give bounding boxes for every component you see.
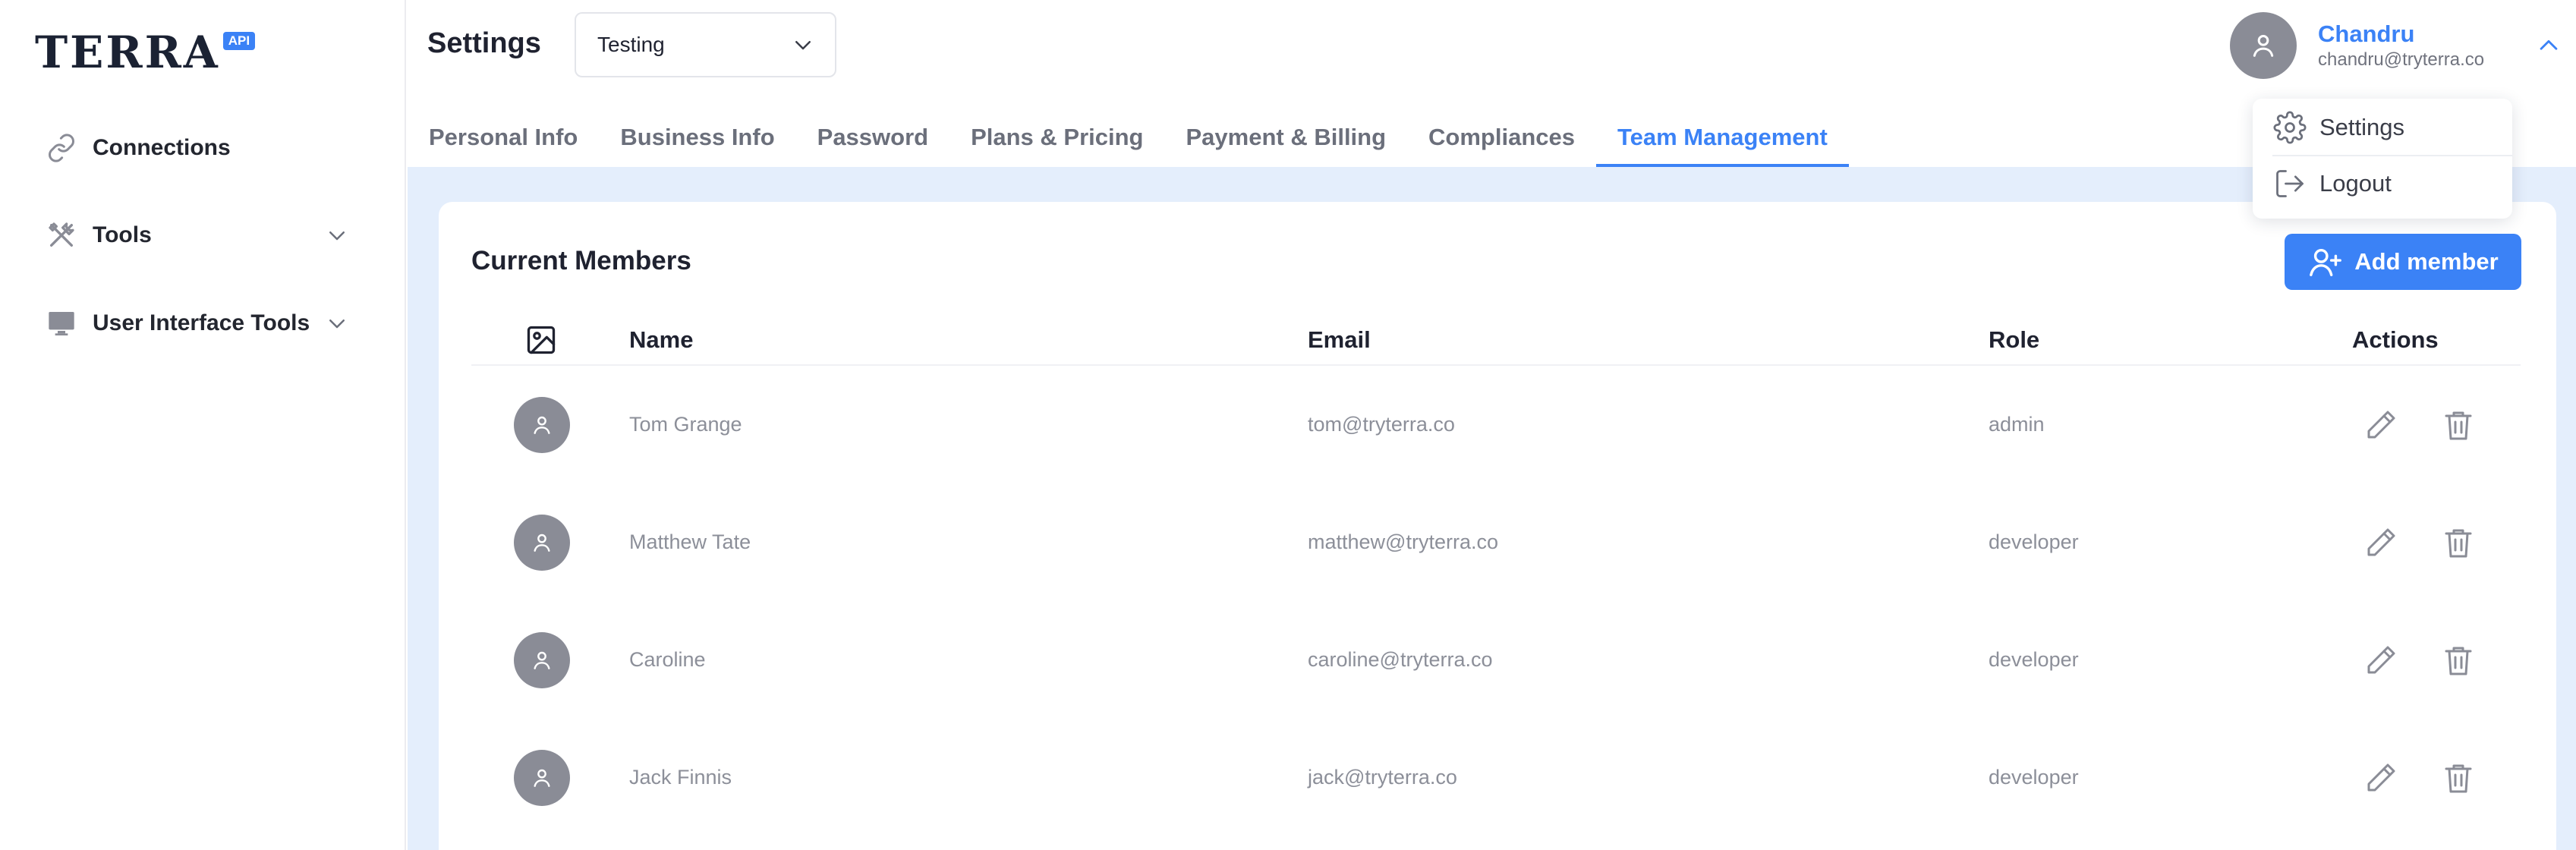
edit-icon[interactable] xyxy=(2360,405,2401,445)
logo-api-badge: API xyxy=(222,32,256,50)
member-name: Caroline xyxy=(629,648,706,671)
column-header-email: Email xyxy=(1308,326,1371,353)
avatar xyxy=(514,749,570,806)
add-member-button[interactable]: Add member xyxy=(2285,234,2521,290)
chevron-down-icon[interactable] xyxy=(323,222,351,249)
user-plus-icon xyxy=(2307,244,2344,280)
user-email: chandru@tryterra.co xyxy=(2318,49,2485,70)
tab-personal-info[interactable]: Personal Info xyxy=(408,108,599,167)
table-row: Matthew Tate matthew@tryterra.co develop… xyxy=(471,483,2521,601)
tools-icon xyxy=(46,219,77,251)
trash-icon[interactable] xyxy=(2438,522,2479,563)
top-header: Settings Testing Personal Info Business … xyxy=(408,0,2576,167)
column-header-actions: Actions xyxy=(2352,326,2439,353)
edit-icon[interactable] xyxy=(2360,640,2401,681)
edit-icon[interactable] xyxy=(2360,757,2401,798)
user-menu-toggle[interactable]: Chandru chandru@tryterra.co xyxy=(2230,12,2564,79)
user-name: Chandru xyxy=(2318,20,2415,47)
tab-payment-billing[interactable]: Payment & Billing xyxy=(1165,108,1408,167)
tab-team-management[interactable]: Team Management xyxy=(1596,108,1849,167)
members-table-body: Tom Grange tom@tryterra.co admin Matthew… xyxy=(471,366,2521,836)
tab-password[interactable]: Password xyxy=(796,108,949,167)
trash-icon[interactable] xyxy=(2438,405,2479,445)
avatar xyxy=(514,396,570,453)
image-icon xyxy=(524,323,558,357)
sidebar-item-label: User Interface Tools xyxy=(93,310,310,335)
member-role: developer xyxy=(1989,530,2079,553)
section-title: Current Members xyxy=(471,246,691,275)
trash-icon[interactable] xyxy=(2438,757,2479,798)
members-card: Current Members Add member Name Email Ro… xyxy=(439,202,2556,850)
tab-plans-pricing[interactable]: Plans & Pricing xyxy=(949,108,1164,167)
table-row: Jack Finnis jack@tryterra.co developer xyxy=(471,719,2521,836)
sidebar-item-label: Tools xyxy=(93,222,152,247)
menu-item-logout[interactable]: Logout xyxy=(2253,156,2512,211)
environment-select[interactable]: Testing xyxy=(575,12,836,77)
app-root: TERRA API Connections Tools User Interfa… xyxy=(0,0,2576,850)
column-header-name: Name xyxy=(629,326,694,353)
link-icon xyxy=(46,132,77,164)
environment-select-value: Testing xyxy=(597,33,665,56)
add-member-label: Add member xyxy=(2354,248,2499,275)
sidebar-item-label: Connections xyxy=(93,135,231,160)
member-email: caroline@tryterra.co xyxy=(1308,648,1493,671)
menu-item-label: Settings xyxy=(2319,114,2405,140)
logo-wordmark: TERRA xyxy=(35,27,220,78)
column-header-role: Role xyxy=(1989,326,2040,353)
sidebar-item-connections[interactable]: Connections xyxy=(46,125,349,171)
member-role: developer xyxy=(1989,766,2079,789)
member-name: Matthew Tate xyxy=(629,530,751,553)
user-dropdown-menu: Settings Logout xyxy=(2253,99,2512,219)
table-header: Name Email Role Actions xyxy=(471,316,2521,366)
member-role: admin xyxy=(1989,413,2045,436)
sidebar-item-user-interface-tools[interactable]: User Interface Tools xyxy=(46,301,349,346)
member-email: jack@tryterra.co xyxy=(1308,766,1457,789)
settings-tabs: Personal Info Business Info Password Pla… xyxy=(408,108,1849,167)
chevron-down-icon xyxy=(789,31,817,58)
terra-logo[interactable]: TERRA API xyxy=(35,27,256,78)
logout-icon xyxy=(2272,166,2307,201)
member-role: developer xyxy=(1989,648,2079,671)
chevron-down-icon[interactable] xyxy=(323,310,351,337)
table-row: Caroline caroline@tryterra.co developer xyxy=(471,601,2521,719)
tab-compliances[interactable]: Compliances xyxy=(1407,108,1596,167)
gear-icon xyxy=(2272,110,2307,145)
member-email: matthew@tryterra.co xyxy=(1308,530,1498,553)
member-name: Jack Finnis xyxy=(629,766,732,789)
trash-icon[interactable] xyxy=(2438,640,2479,681)
sidebar: TERRA API Connections Tools User Interfa… xyxy=(0,0,406,850)
menu-item-label: Logout xyxy=(2319,170,2392,197)
avatar xyxy=(514,514,570,571)
tab-business-info[interactable]: Business Info xyxy=(599,108,795,167)
avatar xyxy=(514,631,570,688)
page-title: Settings xyxy=(427,27,541,59)
main-content: Current Members Add member Name Email Ro… xyxy=(408,167,2576,850)
menu-item-settings[interactable]: Settings xyxy=(2253,100,2512,155)
chevron-up-icon[interactable] xyxy=(2533,30,2564,61)
table-row: Tom Grange tom@tryterra.co admin xyxy=(471,366,2521,483)
member-email: tom@tryterra.co xyxy=(1308,413,1455,436)
edit-icon[interactable] xyxy=(2360,522,2401,563)
monitor-icon xyxy=(46,307,77,339)
sidebar-item-tools[interactable]: Tools xyxy=(46,212,349,258)
member-name: Tom Grange xyxy=(629,413,742,436)
avatar xyxy=(2230,12,2297,79)
